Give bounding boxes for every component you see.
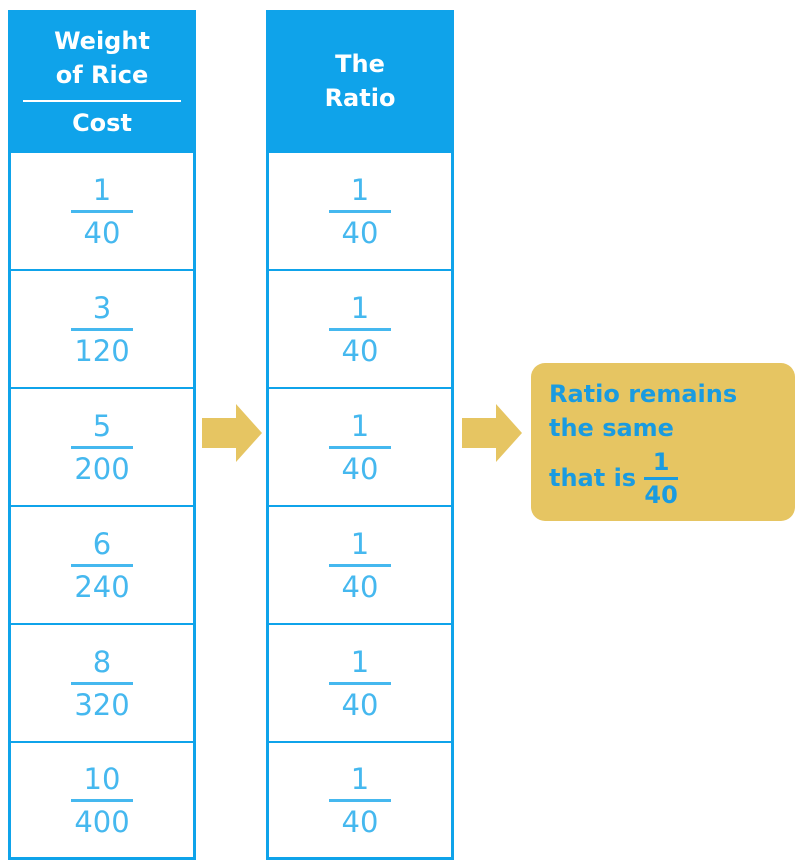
numerator: 6 [92,526,112,561]
numerator: 1 [350,761,370,796]
denominator: 40 [341,451,379,486]
callout-numerator: 1 [652,448,670,476]
table-row: 1 40 [266,388,454,506]
header-ratio-line2: Ratio [324,84,396,112]
fraction: 8 320 [71,644,133,723]
table-row: 1 40 [266,152,454,270]
callout-line3: that is 1 40 [549,449,795,508]
fraction-bar [329,798,391,802]
fraction-bar [329,327,391,331]
numerator: 1 [350,644,370,679]
numerator: 3 [92,290,112,325]
callout-line2: the same [549,414,674,442]
fraction: 5 200 [71,408,133,487]
fraction-bar [71,681,133,685]
fraction: 1 40 [329,526,391,605]
fraction: 1 40 [71,172,133,251]
denominator: 40 [341,569,379,604]
fraction: 10 400 [71,761,133,840]
denominator: 40 [341,333,379,368]
fraction-bar [329,681,391,685]
table-row: 1 40 [266,624,454,742]
fraction: 1 40 [329,172,391,251]
weight-cost-table: Weight of Rice Cost 1 40 3 120 5 200 6 240 8 320 1… [8,10,196,860]
callout-line3-prefix: that is [549,464,637,493]
arrow-right-icon [462,404,522,462]
table-row: 8 320 [8,624,196,742]
callout-denominator: 40 [644,480,678,509]
numerator: 5 [92,408,112,443]
numerator: 10 [83,761,121,796]
table-row: 1 40 [266,506,454,624]
fraction-bar [329,563,391,567]
header-fraction-bar [23,100,181,102]
callout-fraction: 1 40 [644,448,679,509]
denominator: 400 [74,804,130,839]
denominator: 40 [83,215,121,250]
fraction: 1 40 [329,408,391,487]
numerator: 1 [92,172,112,207]
fraction-bar [329,445,391,449]
denominator: 40 [341,804,379,839]
fraction-bar [71,209,133,213]
fraction-bar [329,209,391,213]
table-row: 6 240 [8,506,196,624]
table-row: 1 40 [266,742,454,860]
denominator: 200 [74,451,130,486]
table-row: 1 40 [8,152,196,270]
header-weight-line1: Weight [54,27,150,55]
table-row: 10 400 [8,742,196,860]
numerator: 8 [92,644,112,679]
denominator: 40 [341,687,379,722]
arrow-right-icon [202,404,262,462]
ratio-table: The Ratio 1 40 1 40 1 40 1 40 1 40 1 40 [266,10,454,860]
numerator: 1 [350,408,370,443]
fraction: 1 40 [329,290,391,369]
fraction-bar [71,445,133,449]
callout-fraction-bar [644,477,679,480]
fraction: 1 40 [329,644,391,723]
table-row: 5 200 [8,388,196,506]
numerator: 1 [350,172,370,207]
fraction-bar [71,563,133,567]
callout-line1: Ratio remains [549,380,738,408]
denominator: 40 [341,215,379,250]
fraction-bar [71,327,133,331]
header-ratio-line1: The [335,50,385,78]
denominator: 320 [74,687,130,722]
header-cost: Cost [72,109,132,137]
fraction: 1 40 [329,761,391,840]
denominator: 240 [74,569,130,604]
table-row: 3 120 [8,270,196,388]
fraction-bar [71,798,133,802]
table-row: 1 40 [266,270,454,388]
numerator: 1 [350,290,370,325]
numerator: 1 [350,526,370,561]
fraction: 6 240 [71,526,133,605]
fraction: 3 120 [71,290,133,369]
conclusion-callout: Ratio remains the same that is 1 40 [531,363,795,521]
header-weight-line2: of Rice [55,61,149,89]
weight-cost-header: Weight of Rice Cost [8,10,196,152]
denominator: 120 [74,333,130,368]
ratio-header: The Ratio [266,10,454,152]
